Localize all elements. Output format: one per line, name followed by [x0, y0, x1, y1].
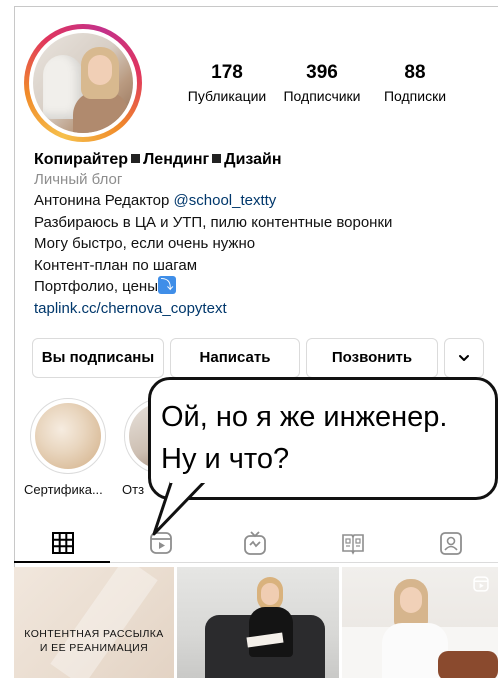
tab-active-indicator [14, 561, 110, 563]
post-caption: КОНТЕНТНАЯ РАССЫЛКА И ЕЕ РЕАНИМАЦИЯ [24, 628, 164, 654]
arrow-down-emoji-icon: ⤵ [158, 276, 176, 295]
bio-line-5: Портфолио, цены ⤵ [34, 276, 484, 298]
square-separator-icon [212, 154, 222, 164]
bio-website-link[interactable]: taplink.cc/chernova_copytext [34, 298, 484, 320]
profile-name: Копирайтер Лендинг Дизайн [34, 151, 282, 168]
avatar[interactable] [33, 33, 133, 133]
profile-bio: Копирайтер Лендинг Дизайн Личный блог Анто… [34, 150, 484, 319]
speech-bubble-tail [152, 478, 208, 536]
tab-tagged[interactable] [436, 528, 466, 558]
profile-category: Личный блог [34, 171, 123, 188]
bio-line-3: Могу быстро, если очень нужно [34, 235, 256, 252]
tagged-icon [440, 532, 462, 555]
tab-igtv[interactable] [240, 528, 270, 558]
bio-line-1: Антонина Редактор @school_textty [34, 192, 277, 209]
story-ring[interactable] [24, 24, 142, 142]
reels-icon [473, 576, 489, 592]
highlight-image [35, 403, 101, 469]
call-button[interactable]: Позвонить [306, 338, 438, 378]
igtv-icon [244, 531, 266, 555]
tab-guides[interactable] [338, 528, 368, 558]
more-button[interactable] [444, 338, 484, 378]
message-button[interactable]: Написать [170, 338, 300, 378]
bio-line-2: Разбираюсь в ЦА и УТП, пилю контентные в… [34, 213, 393, 231]
grid-icon [52, 532, 74, 554]
chevron-down-icon [459, 355, 469, 361]
highlight-label: Сертифика... [24, 482, 103, 497]
following-button[interactable]: Вы подписаны [32, 338, 164, 378]
post-thumbnail[interactable]: КОНТЕНТНАЯ РАССЫЛКА И ЕЕ РЕАНИМАЦИЯ [14, 567, 174, 678]
guides-icon [342, 534, 364, 555]
followers-count[interactable]: 396 Подписчики [276, 62, 368, 104]
post-thumbnail[interactable] [342, 567, 498, 678]
posts-count[interactable]: 178 Публикации [180, 62, 274, 104]
bio-line-4: Контент-план по шагам [34, 256, 198, 274]
bubble-line-1: Ой, но я же инженер. [161, 401, 448, 433]
mention-link[interactable]: @school_textty [174, 192, 277, 209]
bubble-line-2: Ну и что? [161, 443, 290, 475]
square-separator-icon [131, 154, 141, 164]
highlight-certificates[interactable] [30, 398, 106, 474]
post-thumbnail[interactable] [177, 567, 339, 678]
following-count[interactable]: 88 Подписки [370, 62, 460, 104]
tab-posts[interactable] [48, 528, 78, 558]
